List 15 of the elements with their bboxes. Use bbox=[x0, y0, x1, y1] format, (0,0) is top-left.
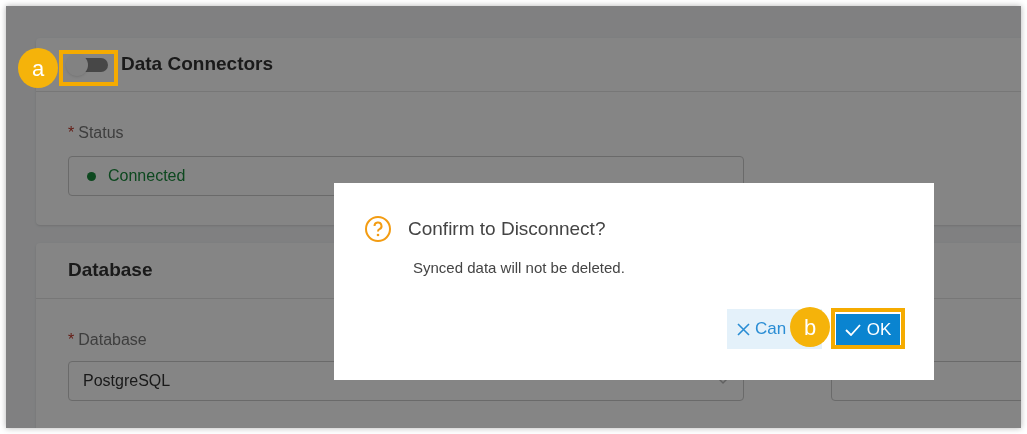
highlight-frame bbox=[59, 50, 118, 86]
annotation-badge: a bbox=[18, 48, 58, 88]
required-asterisk: * bbox=[68, 123, 75, 143]
status-value: Connected bbox=[108, 166, 186, 186]
required-asterisk: * bbox=[68, 330, 75, 350]
ok-button[interactable]: OK bbox=[836, 314, 900, 345]
field-label: Database bbox=[78, 330, 147, 350]
close-icon bbox=[737, 322, 750, 336]
section-title: Data Connectors bbox=[121, 52, 274, 77]
section-title: Database bbox=[68, 258, 153, 283]
question-icon bbox=[364, 215, 392, 244]
field-label: Status bbox=[78, 123, 124, 143]
check-icon bbox=[844, 323, 861, 336]
dialog-message: Synced data will not be deleted. bbox=[412, 257, 626, 278]
dialog-title: Confirm to Disconnect? bbox=[408, 217, 606, 241]
